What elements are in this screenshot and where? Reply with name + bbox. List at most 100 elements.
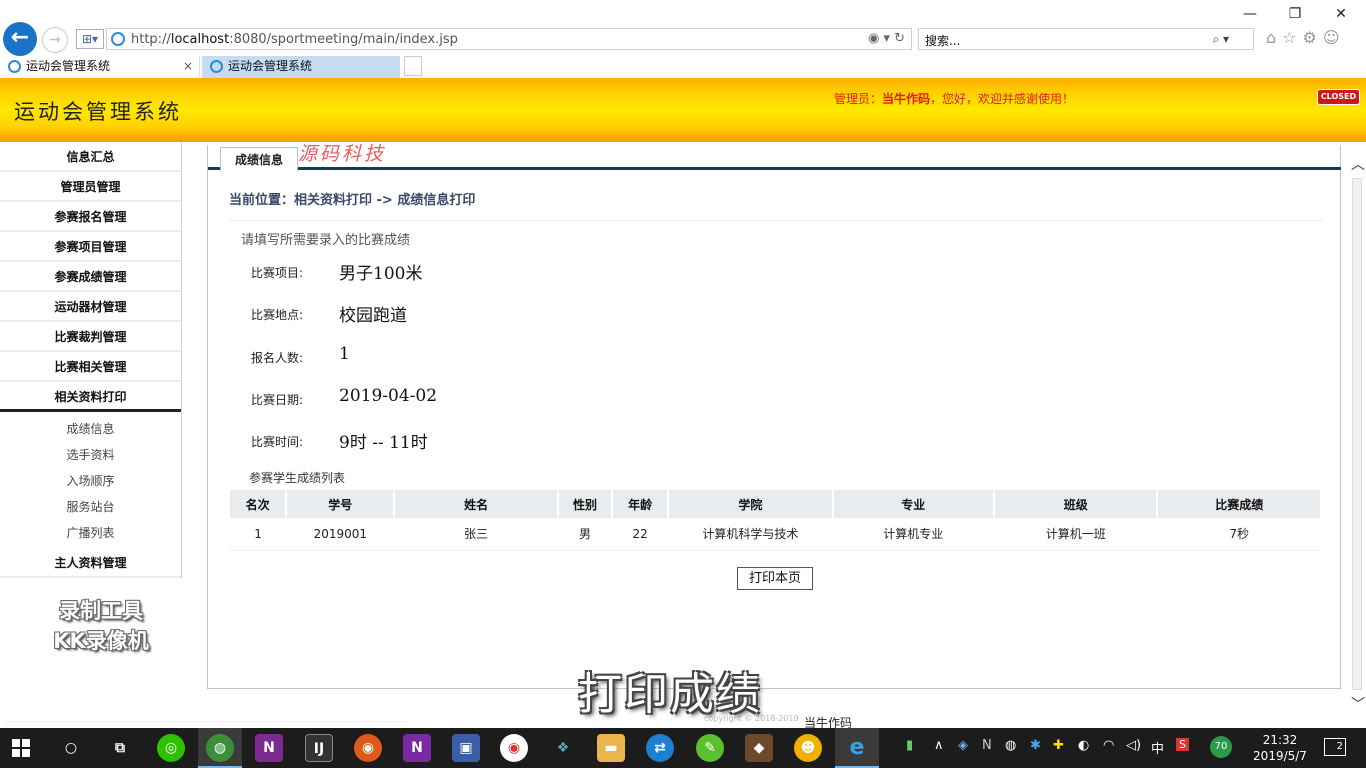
battery-icon[interactable]: ▮ xyxy=(906,738,913,753)
location-label: 比赛地点: xyxy=(251,308,304,322)
ime-indicator[interactable]: 中 xyxy=(1151,738,1164,757)
windows-taskbar: ○ ⧉ ◎ ◍ N IJ ◉ N ▣ ◉ ❖ ▬ ⇄ ✎ ◆ ☻ e ▮ ∧ ◈… xyxy=(0,728,1366,768)
submenu-item-athletes[interactable]: 选手资料 xyxy=(0,442,181,468)
search-input[interactable]: 搜索... xyxy=(925,32,960,49)
welcome-message: 管理员：当牛作码，您好，欢迎并感谢使用！ xyxy=(834,92,1075,106)
wechat-icon[interactable]: ◎ xyxy=(157,734,185,762)
ie-page-icon xyxy=(111,32,125,46)
divider xyxy=(229,220,1323,221)
arrow-left-icon: ← xyxy=(10,25,30,50)
browser-tab-1[interactable]: 运动会管理系统 × xyxy=(0,56,200,78)
sidebar-item-registration[interactable]: 参赛报名管理 xyxy=(0,202,181,232)
col-major: 专业 xyxy=(832,490,996,518)
chevron-up-icon[interactable]: ︿ xyxy=(1351,154,1365,174)
tray-badge[interactable]: 70 xyxy=(1210,736,1232,758)
tray-app-icon[interactable]: ◐ xyxy=(1078,738,1089,753)
task-view-icon[interactable]: ⧉ xyxy=(106,734,134,762)
smiley-icon[interactable]: ☺ xyxy=(1323,28,1346,47)
tray-expand-icon[interactable]: ∧ xyxy=(934,738,944,753)
breadcrumb: 当前位置：相关资料打印 -> 成绩信息打印 xyxy=(229,193,476,208)
cortana-search-icon[interactable]: ○ xyxy=(57,734,85,762)
tray-app-icon[interactable]: ✱ xyxy=(1030,738,1041,753)
chat-app-icon[interactable]: ☻ xyxy=(794,734,822,762)
leaf-app-icon[interactable]: ✎ xyxy=(696,734,724,762)
page-scrollbar[interactable]: ︿ ﹀ xyxy=(1349,150,1366,716)
onenote-n-icon[interactable]: N xyxy=(255,734,283,762)
admin-name: 当牛作码 xyxy=(882,92,931,106)
onenote-icon[interactable]: N xyxy=(403,734,431,762)
tray-app-icon[interactable]: ◍ xyxy=(1005,738,1016,753)
favorites-star-icon[interactable]: ☆ xyxy=(1282,28,1302,47)
sidebar-item-info-summary[interactable]: 信息汇总 xyxy=(0,142,181,172)
tray-app-icon[interactable]: ◈ xyxy=(958,738,968,753)
cloud-app-icon[interactable]: ❖ xyxy=(549,734,577,762)
clock-time: 21:32 xyxy=(1262,733,1298,747)
sidebar-item-admin[interactable]: 管理员管理 xyxy=(0,172,181,202)
cell-college: 计算机科学与技术 xyxy=(668,518,833,551)
submenu-item-broadcast[interactable]: 广播列表 xyxy=(0,520,181,546)
tray-app-icon[interactable]: N xyxy=(982,738,992,753)
col-college: 学院 xyxy=(668,490,834,518)
clock[interactable]: 21:32 2019/5/7 xyxy=(1250,732,1310,764)
game-app-icon[interactable]: ◆ xyxy=(745,734,773,762)
volume-icon[interactable]: ◁) xyxy=(1126,738,1141,753)
location-value: 校园跑道 xyxy=(339,306,407,326)
browser-app-icon[interactable]: ◉ xyxy=(354,734,382,762)
tray-app-icon[interactable]: ✚ xyxy=(1053,738,1064,753)
submenu-item-service-stations[interactable]: 服务站台 xyxy=(0,494,181,520)
logout-closed-button[interactable]: CLOSED xyxy=(1317,89,1360,105)
remote-desktop-icon[interactable]: ▣ xyxy=(452,734,480,762)
browser-tab-2[interactable]: 运动会管理系统 xyxy=(202,56,400,78)
chrome-icon[interactable]: ◉ xyxy=(500,734,528,762)
search-icon[interactable]: ⌕ ▾ xyxy=(1212,32,1229,47)
globe-app-icon[interactable]: ◍ xyxy=(206,734,234,762)
forward-button[interactable]: → xyxy=(42,27,68,53)
tab-score-info[interactable]: 成绩信息 xyxy=(220,147,298,171)
settings-gear-icon[interactable]: ⚙ xyxy=(1303,28,1323,47)
close-window-button[interactable]: ✕ xyxy=(1327,4,1355,24)
refresh-icon[interactable]: ↻ xyxy=(894,31,905,46)
sidebar-item-owner-profile[interactable]: 主人资料管理 xyxy=(0,548,181,578)
cell-rank: 1 xyxy=(230,518,287,551)
ie-tab-icon xyxy=(210,60,223,73)
sidebar-item-scores[interactable]: 参赛成绩管理 xyxy=(0,262,181,292)
windows-start-icon[interactable] xyxy=(12,739,30,757)
print-page-button[interactable]: 打印本页 xyxy=(737,567,813,590)
sidebar-item-printing[interactable]: 相关资料打印 xyxy=(0,382,181,412)
sogou-ime-icon[interactable]: S xyxy=(1176,738,1189,751)
intellij-icon[interactable]: IJ xyxy=(305,734,333,762)
restore-button[interactable]: ❐ xyxy=(1281,4,1309,24)
wifi-icon[interactable]: ◠ xyxy=(1103,738,1114,753)
score-table: 名次 学号 姓名 性别 年龄 学院 专业 班级 比赛成绩 1 2019001 张… xyxy=(230,490,1322,551)
close-tab-icon[interactable]: × xyxy=(183,56,193,76)
teamviewer-icon[interactable]: ⇄ xyxy=(646,734,674,762)
recorder-watermark: 录制工具 KK录像机 xyxy=(53,599,149,653)
internet-explorer-icon[interactable]: e xyxy=(843,734,871,762)
sidebar-item-equipment[interactable]: 运动器材管理 xyxy=(0,292,181,322)
scrollbar-thumb[interactable] xyxy=(1352,178,1362,690)
date-label: 比赛日期: xyxy=(251,393,304,407)
sidebar-item-events[interactable]: 参赛项目管理 xyxy=(0,232,181,262)
new-tab-button[interactable] xyxy=(404,56,422,76)
search-bar[interactable]: 搜索... ⌕ ▾ xyxy=(918,28,1254,50)
event-value: 男子100米 xyxy=(339,264,423,284)
notification-center-icon[interactable]: 2 xyxy=(1324,738,1346,756)
page-compat-button[interactable]: ⊞▾ xyxy=(76,29,104,49)
url-text: http://localhost:8080/sportmeeting/main/… xyxy=(131,32,458,47)
browser-toolbar-icons: ⌂☆⚙☺ xyxy=(1266,28,1346,47)
file-explorer-icon[interactable]: ▬ xyxy=(597,734,625,762)
app-header: 运动会管理系统 管理员：当牛作码，您好，欢迎并感谢使用！ CLOSED xyxy=(0,78,1366,142)
cell-class: 计算机一班 xyxy=(994,518,1158,551)
tab-title: 运动会管理系统 xyxy=(26,59,111,73)
tab-title: 运动会管理系统 xyxy=(228,59,313,73)
compat-view-icon[interactable]: ◉ xyxy=(868,31,879,46)
home-icon[interactable]: ⌂ xyxy=(1266,28,1282,47)
app-title: 运动会管理系统 xyxy=(14,100,182,124)
minimize-button[interactable]: — xyxy=(1236,4,1264,24)
submenu-item-entrance-order[interactable]: 入场顺序 xyxy=(0,468,181,494)
back-button[interactable]: ← xyxy=(3,22,37,56)
address-bar[interactable]: http://localhost:8080/sportmeeting/main/… xyxy=(106,28,912,50)
sidebar-item-related[interactable]: 比赛相关管理 xyxy=(0,352,181,382)
sidebar-item-referees[interactable]: 比赛裁判管理 xyxy=(0,322,181,352)
submenu-item-score-info[interactable]: 成绩信息 xyxy=(0,416,181,442)
